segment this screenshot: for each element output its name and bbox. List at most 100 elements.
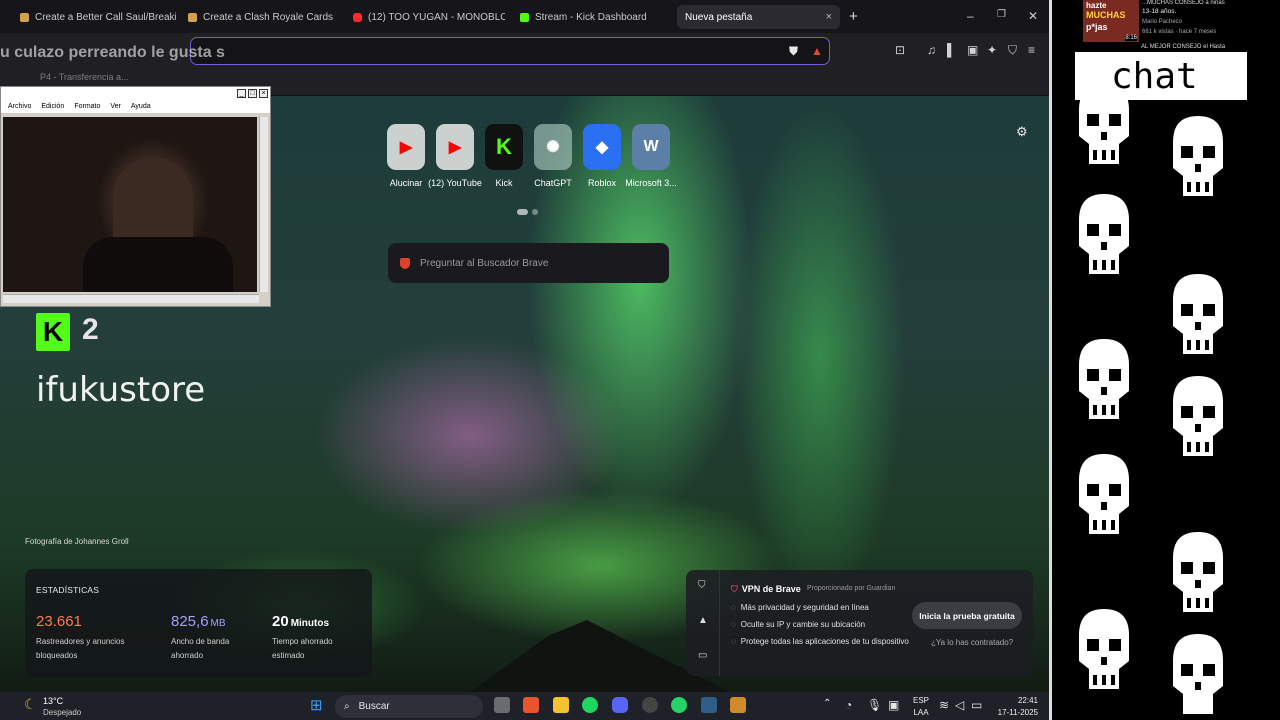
new-tab-button[interactable]: + [849, 8, 858, 25]
close-icon[interactable]: × [259, 89, 268, 98]
weather-temp[interactable]: 13°C [43, 696, 63, 706]
taskbar-search[interactable]: ⌕ Buscar [335, 695, 483, 718]
tab-strip: Create a Better Call Saul/Breaking Ba Cr… [0, 0, 1049, 33]
close-window-button[interactable]: ✕ [1028, 9, 1038, 23]
wifi-icon[interactable]: ≋ [939, 698, 949, 712]
stat-desc: Rastreadores y anuncios [36, 637, 125, 646]
screen: Create a Better Call Saul/Breaking Ba Cr… [0, 0, 1280, 720]
streamer-shirt [83, 237, 233, 292]
battery-icon[interactable]: ▭ [971, 698, 982, 712]
address-bar[interactable]: ⛊ ▲ [190, 37, 830, 65]
discord-icon[interactable] [612, 697, 628, 713]
gear-icon[interactable]: ⚙ [1016, 124, 1028, 140]
stat-value: 20 [272, 613, 289, 630]
vertical-scrollbar[interactable] [259, 117, 268, 292]
tiermaker-icon [20, 12, 29, 22]
skull-icon [1173, 274, 1223, 354]
tray-icon[interactable]: ◔ [845, 698, 852, 712]
vpn-feature: ◌ Más privacidad y seguridad en línea [731, 603, 869, 612]
tiermaker-icon [188, 12, 197, 22]
reader-icon[interactable]: ⊡ [895, 43, 905, 57]
leo-ai-icon[interactable]: ✦ [987, 43, 997, 57]
vpn-icon[interactable]: ⛉ [698, 580, 706, 591]
talk-icon[interactable]: ▭ [698, 650, 707, 661]
language-indicator[interactable]: ESP LAA [913, 695, 929, 719]
close-tab-icon[interactable]: × [826, 11, 832, 23]
brave-taskbar-icon[interactable] [523, 697, 539, 713]
stat-time: 20 Minutos Tiempo ahorrado estimado [272, 613, 372, 663]
photo-credit: Fotografía de Johannes Groll [25, 537, 129, 546]
tab-youtube[interactable]: (12) TOO YUGAN - MONOBLOCK (Vi [345, 5, 505, 29]
tab-kick-dashboard[interactable]: Stream - Kick Dashboard [512, 5, 672, 29]
menu-archivo[interactable]: Archivo [8, 101, 31, 113]
panel-divider [1049, 0, 1052, 720]
lang-layout: LAA [913, 708, 929, 717]
start-trial-button[interactable]: Inicia la prueba gratuita [912, 602, 1022, 629]
brave-rewards-icon[interactable]: ▲ [811, 44, 823, 58]
stat-desc: Tiempo ahorrado [272, 637, 333, 646]
tray-icon[interactable]: ▣ [888, 698, 899, 712]
spotify-icon[interactable] [582, 697, 598, 713]
file-explorer-icon[interactable] [553, 697, 569, 713]
shortcut-pager[interactable] [517, 209, 538, 215]
minimize-icon[interactable]: _ [237, 89, 246, 98]
weather-desc: Despejado [43, 708, 82, 717]
chatgpt-icon: ✺ [534, 124, 572, 170]
check-icon: ◌ [731, 603, 736, 612]
video-thumbnail[interactable]: hazte MUCHAS p*jas 8:16 [1083, 0, 1139, 42]
app-icon[interactable] [701, 697, 717, 713]
stat-trackers: 23.661 Rastreadores y anuncios bloqueados [36, 613, 136, 663]
rewards-icon[interactable]: ▲ [698, 615, 708, 626]
menu-ayuda[interactable]: Ayuda [131, 101, 151, 113]
tab-title: Nueva pestaña [685, 11, 753, 23]
wallet-icon[interactable]: ▣ [967, 43, 978, 57]
tab-tierlist-clash[interactable]: Create a Clash Royale Cards Tier List [180, 5, 336, 29]
music-icon[interactable]: ♫ [927, 43, 936, 57]
obs-icon[interactable] [642, 697, 658, 713]
youtube-icon [353, 12, 362, 22]
already-purchased-link[interactable]: ¿Ya lo has contratado? [931, 638, 1013, 647]
sidebar-icon[interactable]: ▌ [947, 43, 956, 57]
maximize-button[interactable]: ❐ [997, 9, 1006, 20]
horizontal-scrollbar[interactable] [3, 294, 259, 303]
microphone-icon[interactable]: 🎙 [867, 698, 882, 712]
search-icon: ⌕ [344, 701, 350, 712]
webcam-feed [3, 117, 257, 292]
tab-tierlist-saul[interactable]: Create a Better Call Saul/Breaking Ba [12, 5, 176, 29]
weather-icon[interactable]: ☾ [24, 696, 37, 713]
task-view-icon[interactable] [494, 697, 510, 713]
vpn-title: ⛉ VPN de Brave [731, 584, 801, 595]
clock[interactable]: 22:41 17-11-2025 [992, 695, 1038, 719]
maximize-icon[interactable]: □ [248, 89, 257, 98]
menu-formato[interactable]: Formato [74, 101, 100, 113]
webcam-window: _ □ × Archivo Edición Formato Ver Ayuda [0, 86, 271, 307]
chevron-up-icon[interactable]: ⌃ [823, 698, 831, 709]
video-title[interactable]: 13-18 años. [1142, 8, 1176, 15]
vpn-widget: ⛉ ▲ ▭ ⛉ VPN de Brave Proporcionado por Gu… [686, 570, 1033, 676]
kick-viewer-count: 2 [82, 313, 99, 346]
app-icon[interactable] [730, 697, 746, 713]
next-video-title[interactable]: AL MEJOR CONSEJO el Hasta [1141, 44, 1225, 50]
lang-code: ESP [913, 696, 930, 705]
stats-heading: ESTADÍSTICAS [36, 585, 100, 595]
vpn-icon[interactable]: ⛉ [1008, 43, 1017, 58]
skull-icon [1079, 339, 1129, 419]
check-icon: ◌ [731, 620, 736, 629]
search-label: Buscar [358, 701, 390, 712]
stat-value: 23.661 [36, 613, 82, 630]
menu-edicion[interactable]: Edición [41, 101, 64, 113]
video-title[interactable]: ...MUCHAS CONSEJO a niñas [1142, 0, 1225, 6]
shortcut-microsoft[interactable]: W Microsoft 3... [621, 124, 681, 188]
minimize-button[interactable]: – [967, 9, 974, 23]
tab-new-tab[interactable]: Nueva pestaña × [677, 5, 840, 29]
whatsapp-icon[interactable] [671, 697, 687, 713]
menu-icon[interactable]: ≡ [1028, 43, 1035, 57]
start-icon[interactable]: ⊞ [310, 696, 323, 714]
search-placeholder: Preguntar al Buscador Brave [420, 257, 549, 269]
volume-icon[interactable]: ◁ [955, 698, 964, 712]
brave-shields-icon[interactable]: ⛊ [789, 44, 798, 59]
stat-desc: bloqueados [36, 651, 78, 660]
brave-search-box[interactable]: Preguntar al Buscador Brave [388, 243, 669, 283]
menu-ver[interactable]: Ver [110, 101, 121, 113]
roblox-icon: ◆ [583, 124, 621, 170]
